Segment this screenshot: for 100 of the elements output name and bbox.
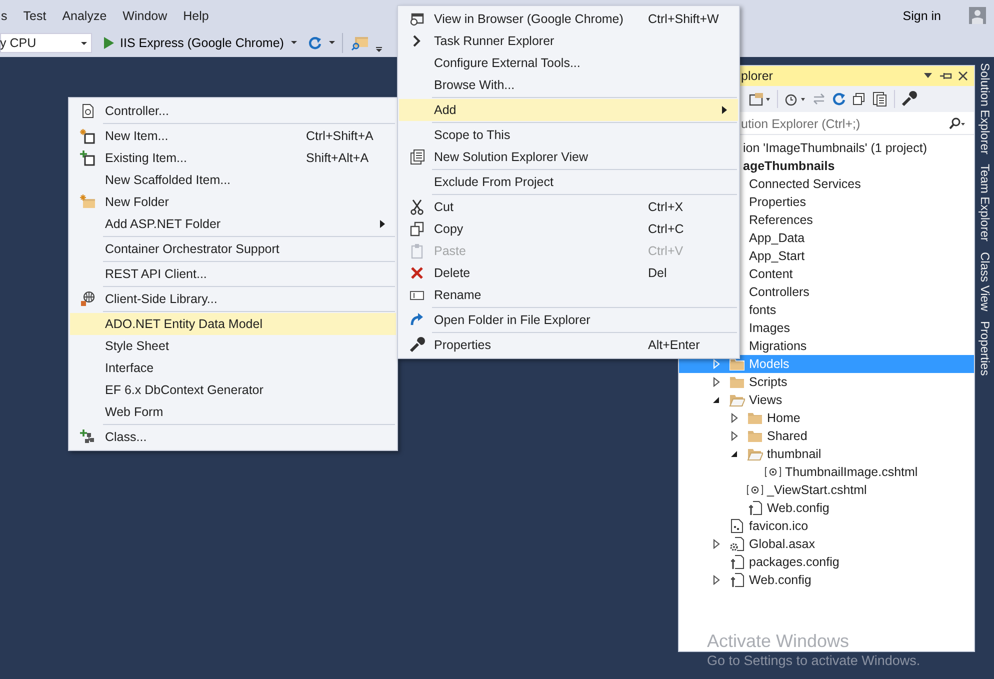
menu-item[interactable]: Window	[114, 6, 176, 26]
show-files-icon	[872, 91, 888, 107]
shortcut-text: Ctrl+Shift+W	[648, 12, 719, 26]
new-item-icon	[80, 128, 96, 144]
folder-icon	[729, 357, 745, 371]
menu-item[interactable]: Cut Ctrl+X	[399, 196, 738, 218]
menu-item[interactable]: ADO.NET Entity Data Model	[70, 313, 396, 335]
menu-item[interactable]: Web Form	[70, 401, 396, 423]
menu-item[interactable]: Container Orchestrator Support	[70, 238, 396, 260]
submenu-arrow-icon	[380, 220, 385, 228]
folder-search-icon	[350, 35, 369, 51]
menu-item[interactable]: Browse With...	[399, 74, 738, 96]
side-tab[interactable]: Solution Explorer	[976, 63, 994, 154]
menu-item[interactable]: Test	[15, 6, 54, 26]
image-file-icon	[730, 518, 744, 534]
menu-item[interactable]: New Item... Ctrl+Shift+A	[70, 125, 396, 147]
menu-item[interactable]: Open Folder in File Explorer	[399, 309, 738, 331]
menu-item[interactable]: Exclude From Project	[399, 171, 738, 193]
menu-item[interactable]: New Scaffolded Item...	[70, 169, 396, 191]
play-icon	[104, 37, 114, 49]
open-folder-icon	[747, 447, 763, 461]
solution-node[interactable]: ion 'ImageThumbnails' (1 project)	[743, 139, 928, 157]
tree-item[interactable]: Global.asax	[679, 535, 974, 553]
menu-item[interactable]: EF 6.x DbContext Generator	[70, 379, 396, 401]
config-file-icon	[729, 554, 745, 570]
folder-icon	[747, 411, 763, 425]
search-field[interactable]: ution Explorer (Ctrl+;)	[741, 117, 948, 131]
dropdown-caret-icon	[924, 73, 932, 79]
tree-item[interactable]: ThumbnailImage.cshtml	[679, 463, 974, 481]
menu-item[interactable]: Delete Del	[399, 262, 738, 284]
tree-item[interactable]: Views	[679, 391, 974, 409]
tree-item[interactable]: packages.config	[679, 553, 974, 571]
side-tab[interactable]: Class View	[976, 252, 994, 311]
collapse-arrow-icon	[712, 396, 720, 404]
tree-item[interactable]: Home	[679, 409, 974, 427]
tree-item[interactable]: _ViewStart.cshtml	[679, 481, 974, 499]
menu-item[interactable]: Style Sheet	[70, 335, 396, 357]
collapse-all-icon	[852, 92, 866, 106]
add-item-icon	[80, 150, 96, 166]
project-node[interactable]: ageThumbnails	[743, 157, 835, 175]
folder-icon	[747, 429, 763, 443]
menu-item[interactable]: New Solution Explorer View	[399, 146, 738, 168]
menu-item[interactable]: REST API Client...	[70, 263, 396, 285]
expand-arrow-icon	[712, 575, 720, 585]
menu-item[interactable]: Copy Ctrl+C	[399, 218, 738, 240]
razor-file-icon	[765, 466, 781, 478]
tree-item[interactable]: Web.config	[679, 499, 974, 517]
shortcut-text: Ctrl+C	[648, 222, 684, 236]
tree-item[interactable]: Scripts	[679, 373, 974, 391]
menu-item[interactable]: Analyze	[54, 6, 115, 26]
tree-item[interactable]: thumbnail	[679, 445, 974, 463]
menu-item[interactable]: s	[0, 6, 16, 26]
panel-title: plorer	[741, 69, 774, 83]
refresh-icon	[308, 36, 322, 50]
platform-dropdown[interactable]: y CPU	[0, 33, 92, 53]
tree-item[interactable]: Shared	[679, 427, 974, 445]
tree-item[interactable]: favicon.ico	[679, 517, 974, 535]
menu-item[interactable]: Scope to This	[399, 124, 738, 146]
menu-item[interactable]: Task Runner Explorer	[399, 30, 738, 52]
browse-button[interactable]	[348, 35, 371, 51]
menu-item[interactable]: Configure External Tools...	[399, 52, 738, 74]
activation-title: Activate Windows	[707, 630, 850, 652]
clipboard-icon	[408, 243, 424, 259]
razor-file-icon	[747, 484, 763, 496]
menu-item[interactable]: Add ASP.NET Folder	[70, 213, 396, 235]
new-folder-icon	[80, 194, 96, 210]
tree-item[interactable]: Web.config	[679, 571, 974, 589]
close-icon	[958, 71, 968, 81]
menu-item[interactable]: Client-Side Library...	[70, 288, 396, 310]
menu-item[interactable]: Help	[175, 6, 217, 26]
menu-item[interactable]: View in Browser (Google Chrome) Ctrl+Shift+W	[399, 8, 738, 30]
sign-in-link[interactable]: Sign in	[896, 8, 947, 24]
menu-item[interactable]: Controller...	[70, 100, 396, 122]
shortcut-text: Ctrl+Shift+A	[306, 129, 374, 143]
refresh-icon	[832, 92, 846, 106]
run-button[interactable]: IIS Express (Google Chrome)	[100, 36, 302, 50]
menu-item[interactable]: Properties Alt+Enter	[399, 334, 738, 356]
menu-item[interactable]: Existing Item... Shift+Alt+A	[70, 147, 396, 169]
history-icon	[784, 92, 806, 106]
menu-item[interactable]: Class...	[70, 426, 396, 448]
class-icon	[80, 429, 96, 445]
submenu-arrow-icon	[722, 106, 727, 114]
gear-file-icon	[729, 536, 745, 552]
browser-window-icon	[408, 11, 424, 27]
avatar-icon	[969, 7, 986, 24]
copy-icon	[408, 221, 424, 237]
expand-arrow-icon	[712, 539, 720, 549]
menu-item[interactable]: Interface	[70, 357, 396, 379]
globe-icon	[80, 291, 96, 307]
side-tab[interactable]: Properties	[976, 320, 994, 376]
sync-arrows-icon	[812, 92, 826, 106]
side-tab[interactable]: Team Explorer	[976, 164, 994, 242]
controller-file-icon	[80, 103, 96, 119]
menu-item[interactable]: Add	[399, 99, 738, 121]
shortcut-text: Alt+Enter	[648, 338, 700, 352]
menu-item[interactable]: New Folder	[70, 191, 396, 213]
shortcut-text: Ctrl+V	[648, 244, 684, 258]
open-folder-icon	[729, 393, 745, 407]
menu-item[interactable]: Rename	[399, 284, 738, 306]
config-file-icon	[729, 572, 745, 588]
